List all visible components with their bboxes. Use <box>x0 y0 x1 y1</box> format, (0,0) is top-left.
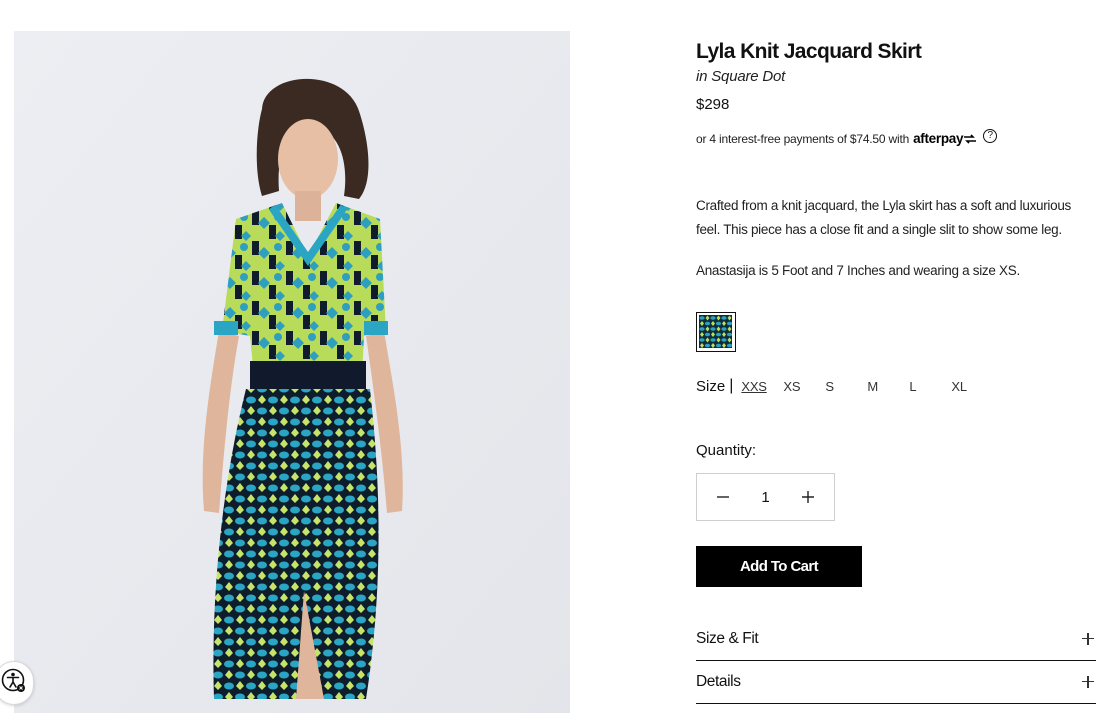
quantity-stepper: 1 <box>696 473 835 521</box>
accordion-label: Size & Fit <box>696 630 759 647</box>
model-info: Anastasija is 5 Foot and 7 Inches and we… <box>696 263 1020 278</box>
decrease-quantity-button[interactable] <box>711 485 735 509</box>
swatch-pattern <box>699 315 732 348</box>
afterpay-arrows-icon <box>964 133 977 144</box>
product-description: Crafted from a knit jacquard, the Lyla s… <box>696 198 1071 237</box>
minus-icon <box>717 496 729 498</box>
afterpay-brand: afterpay <box>913 131 964 146</box>
quantity-label: Quantity: <box>696 442 757 459</box>
size-option-m[interactable]: M <box>867 379 909 394</box>
size-label: Size <box>696 377 726 395</box>
plus-icon <box>802 491 814 503</box>
help-circle-icon[interactable]: ? <box>983 128 998 143</box>
product-image[interactable] <box>14 31 570 713</box>
product-variant: in Square Dot <box>696 68 786 85</box>
accordion-details[interactable]: Details <box>696 661 1096 704</box>
accordion-size-fit[interactable]: Size & Fit <box>696 618 1096 661</box>
size-option-s[interactable]: S <box>825 379 867 394</box>
afterpay-text: or 4 interest-free payments of $74.50 wi… <box>696 131 910 146</box>
afterpay-line: or 4 interest-free payments of $74.50 wi… <box>696 128 998 146</box>
color-swatch-square-dot[interactable] <box>696 312 736 352</box>
accordion-label: Details <box>696 673 741 690</box>
plus-icon <box>1082 675 1096 689</box>
size-option-xl[interactable]: XL <box>951 379 993 394</box>
quantity-value[interactable]: 1 <box>761 489 769 506</box>
accessibility-icon <box>1 668 27 699</box>
product-info: Lyla Knit Jacquard Skirt in Square Dot $… <box>696 0 1096 713</box>
size-option-l[interactable]: L <box>909 379 951 394</box>
product-price: $298 <box>696 96 730 113</box>
model-photo <box>14 31 570 713</box>
size-option-xxs[interactable]: XXS <box>741 379 783 394</box>
afterpay-logo[interactable]: afterpay <box>913 131 977 146</box>
add-to-cart-button[interactable]: Add To Cart <box>696 546 862 587</box>
plus-icon <box>1082 632 1096 646</box>
product-title: Lyla Knit Jacquard Skirt <box>696 40 922 63</box>
size-separator: | <box>729 377 734 394</box>
size-selector: Size | XXS XS S M L XL <box>696 375 993 397</box>
increase-quantity-button[interactable] <box>796 485 820 509</box>
size-option-xs[interactable]: XS <box>783 379 825 394</box>
